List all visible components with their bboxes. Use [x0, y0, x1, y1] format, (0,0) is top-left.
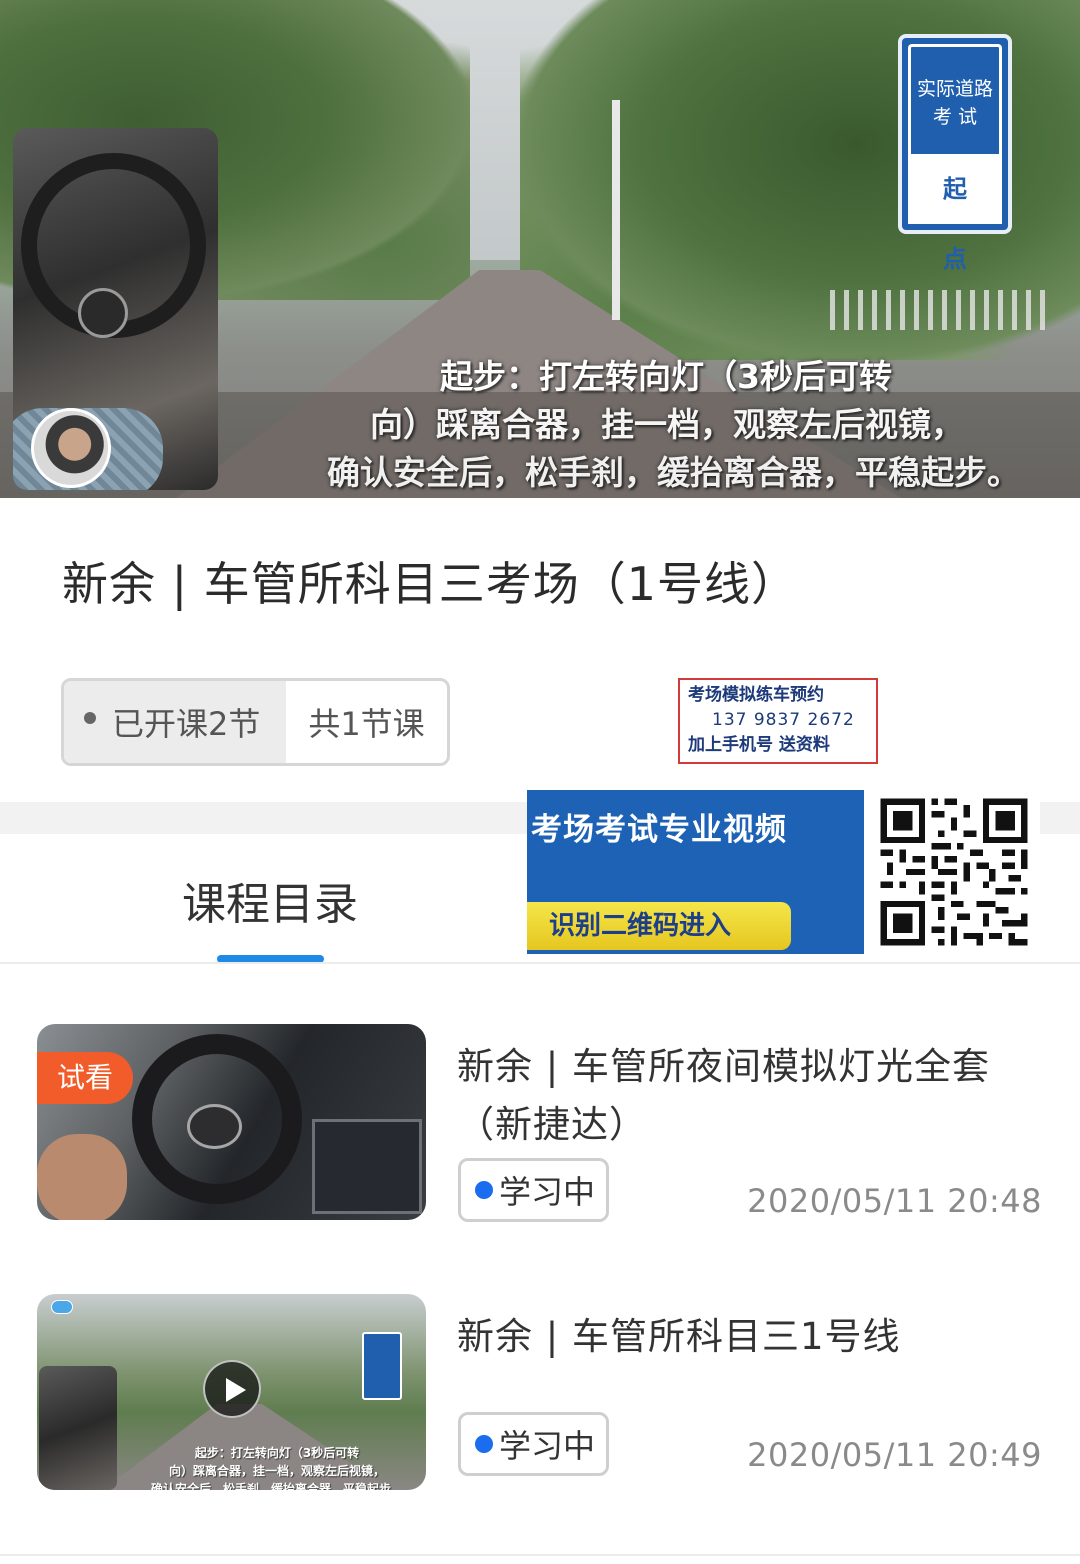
promo-headline: 考场考试专业视频	[531, 812, 787, 848]
road-test-start-sign: 实际道路 考 试 起 点	[898, 34, 1012, 273]
trial-badge: 试看	[37, 1052, 133, 1104]
thumbnail-driver-cam	[39, 1366, 117, 1490]
opened-lessons: 已开课2节	[64, 681, 286, 763]
video-frame-fence	[830, 290, 1050, 330]
tabs-divider	[0, 962, 1080, 964]
booking-ad-line-1: 考场模拟练车预约	[688, 685, 824, 705]
cloud-icon	[51, 1300, 73, 1314]
steering-hub	[78, 288, 128, 338]
promo-banner[interactable]: 考场考试专业视频 识别二维码进入	[527, 786, 1040, 954]
lesson-title[interactable]: 新余 | 车管所夜间模拟灯光全套（新捷达）	[457, 1038, 1047, 1154]
video-frame-pole	[612, 100, 620, 320]
lesson-timestamp: 2020/05/11 20:48	[747, 1182, 1042, 1220]
lesson-thumbnail[interactable]: 起步：打左转向灯（3秒后可转 向）踩离合器，挂一档，观察左后视镜， 确认安全后，…	[37, 1294, 426, 1490]
driver-hand	[37, 1134, 127, 1220]
list-bottom-divider	[0, 1554, 1080, 1556]
sign-top-text: 实际道路 考 试	[908, 44, 1002, 154]
total-lessons-label: 共1节课	[308, 705, 425, 743]
opened-dot-icon	[84, 712, 96, 724]
course-video-player[interactable]: 实际道路 考 试 起 点 起步：打左转向灯（3秒后可转 向）踩离合器，挂一档，观…	[0, 0, 1080, 498]
status-label: 学习中	[499, 1173, 596, 1211]
status-dot-icon	[475, 1435, 493, 1453]
promo-cta: 识别二维码进入	[527, 902, 791, 950]
opened-lessons-label: 已开课2节	[112, 705, 261, 743]
thumbnail-sign	[362, 1332, 402, 1400]
status-dot-icon	[475, 1181, 493, 1199]
video-caption-line-3: 确认安全后，松手刹，缓抬离合器，平稳起步。	[327, 453, 1020, 492]
status-label: 学习中	[499, 1427, 596, 1465]
booking-ad-line-3: 加上手机号 送资料	[688, 735, 830, 755]
steering-hub	[187, 1104, 242, 1149]
course-title: 新余 | 车管所科目三考场（1号线）	[62, 557, 799, 611]
status-badge: 学习中	[458, 1412, 609, 1476]
play-icon[interactable]	[203, 1360, 261, 1418]
status-badge: 学习中	[458, 1158, 609, 1222]
lesson-timestamp: 2020/05/11 20:49	[747, 1436, 1042, 1474]
booking-ad-phone: 137 9837 2672	[712, 710, 855, 730]
booking-ad: 考场模拟练车预约 137 9837 2672 加上手机号 送资料	[678, 678, 878, 764]
video-caption-line-1: 起步：打左转向灯（3秒后可转	[440, 357, 892, 396]
video-caption-line-2: 向）踩离合器，挂一档，观察左后视镜，	[370, 405, 964, 444]
lesson-title[interactable]: 新余 | 车管所科目三1号线	[457, 1308, 1047, 1366]
lesson-count-pill: 已开课2节 共1节课	[61, 678, 450, 766]
sign-bottom-text: 起 点	[908, 154, 1002, 273]
lesson-thumbnail[interactable]: 试看	[37, 1024, 426, 1220]
thumbnail-caption-line-2: 向）踩离合器，挂一档，观察左后视镜，	[168, 1464, 385, 1478]
thumbnail-caption-line-1: 起步：打左转向灯（3秒后可转	[194, 1446, 360, 1460]
thumbnail-caption-line-3: 确认安全后，松手刹，缓抬离合器，平稳起步。	[150, 1482, 403, 1490]
dashboard-screen	[312, 1119, 422, 1214]
qr-code-icon	[874, 792, 1034, 952]
tab-course-catalog[interactable]: 课程目录	[120, 868, 420, 932]
